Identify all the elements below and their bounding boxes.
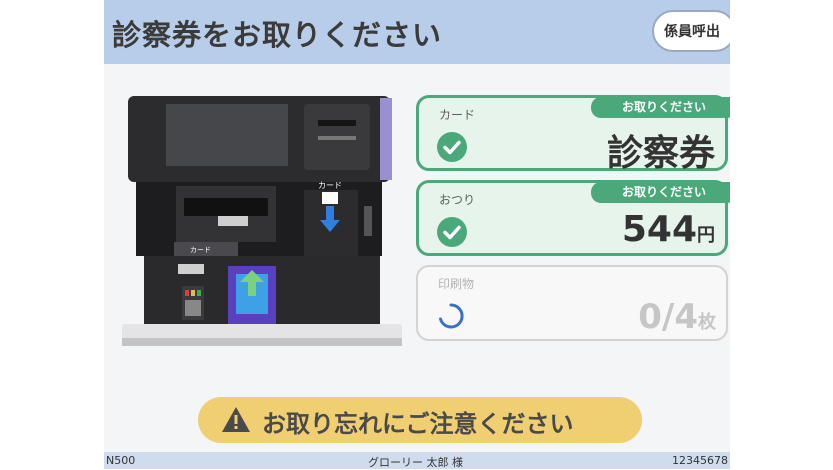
warning-text: お取り忘れにご注意ください [262, 410, 574, 438]
status-badge: お取りください [591, 97, 730, 118]
status-card-printouts: 印刷物 0/4枚 [416, 265, 728, 341]
change-amount: 544 [621, 209, 697, 250]
status-card-value: 0/4枚 [638, 297, 716, 337]
status-badge: お取りください [591, 182, 730, 203]
card-reader-label: カード [190, 246, 211, 254]
card-slot-label: カード [318, 181, 342, 190]
footer-bar: N500 グローリー 太郎 様 12345678 [104, 452, 730, 469]
status-card-change: おつり お取りください 544円 [416, 180, 730, 256]
check-icon [437, 217, 467, 247]
status-card-value: 544円 [622, 209, 715, 250]
count-unit: 枚 [698, 312, 716, 333]
header-bar: 診察券をお取りください 係員呼出 [104, 0, 730, 64]
status-card-label: カード [439, 108, 476, 122]
status-card-label: おつり [439, 193, 476, 207]
loading-spinner-icon [436, 301, 466, 331]
user-name: グローリー 太郎 様 [368, 456, 463, 469]
kiosk-machine-illustration: カード カード [122, 94, 402, 348]
status-card-label: 印刷物 [438, 277, 475, 291]
check-icon [437, 132, 467, 162]
warning-triangle-icon [222, 407, 250, 432]
staff-call-button[interactable]: 係員呼出 [652, 10, 730, 52]
model-name: N500 [106, 454, 136, 467]
warning-banner: お取り忘れにご注意ください [198, 397, 642, 443]
status-card-value: 診察券 [606, 133, 715, 174]
printout-count: 0/4 [638, 297, 698, 337]
currency-unit: 円 [697, 225, 715, 246]
kiosk-screen: 診察券をお取りください 係員呼出 カード カード カード お取りください 診察券… [104, 0, 730, 469]
page-title: 診察券をお取りください [112, 18, 443, 52]
account-number: 12345678 [672, 454, 728, 467]
status-card-card: カード お取りください 診察券 [416, 95, 730, 174]
